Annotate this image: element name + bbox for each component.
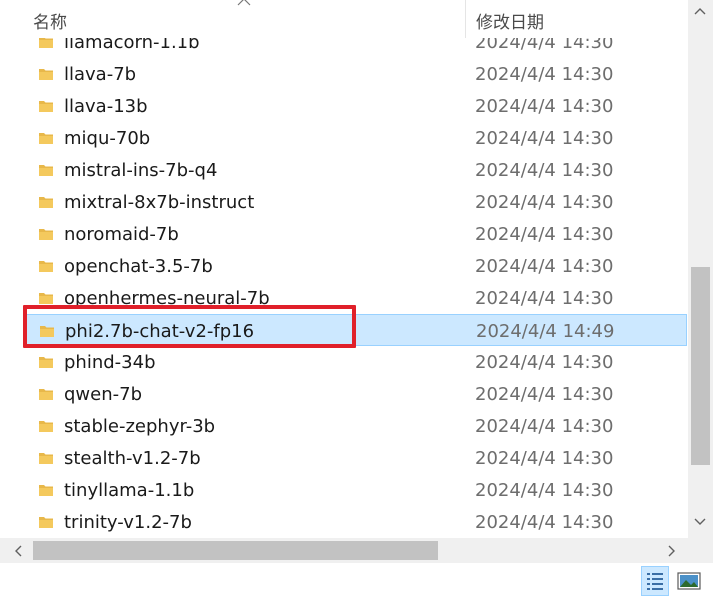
file-date-modified: 2024/4/4 14:30	[475, 384, 614, 405]
file-date-modified: 2024/4/4 14:30	[475, 352, 614, 373]
file-name: stealth-v1.2-7b	[64, 448, 201, 469]
file-name: stable-zephyr-3b	[64, 416, 216, 437]
folder-icon	[39, 357, 53, 368]
vertical-scrollbar[interactable]	[688, 0, 713, 538]
file-date-modified: 2024/4/4 14:30	[475, 256, 614, 277]
column-header: 名称 修改日期	[0, 0, 688, 38]
folder-icon	[39, 453, 53, 464]
file-list: llamacorn-1.1b 2024/4/4 14:30 llava-7b 2024…	[0, 38, 688, 538]
file-row[interactable]: openchat-3.5-7b 2024/4/4 14:30	[24, 250, 687, 282]
scrollbar-corner	[688, 538, 713, 563]
file-name: mixtral-8x7b-instruct	[64, 192, 255, 213]
file-row[interactable]: mixtral-8x7b-instruct 2024/4/4 14:30	[24, 186, 687, 218]
file-name: qwen-7b	[64, 384, 143, 405]
file-row[interactable]: llamacorn-1.1b 2024/4/4 14:30	[24, 38, 687, 58]
file-date-modified: 2024/4/4 14:30	[475, 38, 614, 53]
file-name: tinyllama-1.1b	[64, 480, 195, 501]
file-name: mistral-ins-7b-q4	[64, 160, 218, 181]
file-row[interactable]: noromaid-7b 2024/4/4 14:30	[24, 218, 687, 250]
file-date-modified: 2024/4/4 14:49	[476, 321, 615, 342]
vertical-scroll-thumb[interactable]	[691, 267, 710, 465]
file-date-modified: 2024/4/4 14:30	[475, 160, 614, 181]
file-date-modified: 2024/4/4 14:30	[475, 128, 614, 149]
column-divider[interactable]	[465, 0, 466, 38]
file-date-modified: 2024/4/4 14:30	[475, 96, 614, 117]
scroll-down-icon[interactable]	[694, 517, 706, 527]
folder-icon	[39, 517, 53, 528]
file-date-modified: 2024/4/4 14:30	[475, 224, 614, 245]
folder-icon	[39, 389, 53, 400]
horizontal-scroll-thumb[interactable]	[33, 541, 438, 560]
column-header-name[interactable]: 名称	[33, 8, 67, 33]
file-name: trinity-v1.2-7b	[64, 512, 192, 533]
file-row[interactable]: trinity-v1.2-7b 2024/4/4 14:30	[24, 506, 687, 538]
file-name: llava-13b	[64, 96, 148, 117]
scroll-up-icon[interactable]	[694, 6, 706, 16]
file-row[interactable]: phind-34b 2024/4/4 14:30	[24, 346, 687, 378]
folder-icon	[39, 485, 53, 496]
file-row[interactable]: stealth-v1.2-7b 2024/4/4 14:30	[24, 442, 687, 474]
file-name: llamacorn-1.1b	[64, 38, 200, 53]
status-bar	[0, 563, 713, 599]
folder-icon	[39, 421, 53, 432]
details-view-icon	[647, 573, 663, 590]
column-header-date-modified[interactable]: 修改日期	[476, 8, 544, 33]
file-date-modified: 2024/4/4 14:30	[475, 512, 614, 533]
folder-icon	[39, 165, 53, 176]
file-row[interactable]: llava-7b 2024/4/4 14:30	[24, 58, 687, 90]
horizontal-scrollbar[interactable]	[0, 538, 688, 563]
file-row[interactable]: qwen-7b 2024/4/4 14:30	[24, 378, 687, 410]
folder-icon	[39, 197, 53, 208]
file-date-modified: 2024/4/4 14:30	[475, 480, 614, 501]
file-row[interactable]: tinyllama-1.1b 2024/4/4 14:30	[24, 474, 687, 506]
file-name: llava-7b	[64, 64, 137, 85]
file-name: noromaid-7b	[64, 224, 179, 245]
folder-icon	[39, 293, 53, 304]
file-name: phind-34b	[64, 352, 156, 373]
file-date-modified: 2024/4/4 14:30	[475, 416, 614, 437]
folder-icon	[39, 38, 53, 48]
large-icons-view-icon[interactable]	[676, 568, 702, 594]
folder-icon	[39, 101, 53, 112]
file-date-modified: 2024/4/4 14:30	[475, 64, 614, 85]
scroll-left-icon[interactable]	[13, 545, 23, 557]
highlight-annotation-box	[23, 305, 356, 348]
file-row[interactable]: llava-13b 2024/4/4 14:30	[24, 90, 687, 122]
file-name: openchat-3.5-7b	[64, 256, 213, 277]
file-date-modified: 2024/4/4 14:30	[475, 192, 614, 213]
file-date-modified: 2024/4/4 14:30	[475, 448, 614, 469]
file-row[interactable]: mistral-ins-7b-q4 2024/4/4 14:30	[24, 154, 687, 186]
folder-icon	[39, 69, 53, 80]
folder-icon	[39, 133, 53, 144]
details-view-button[interactable]	[641, 566, 669, 596]
file-row[interactable]: stable-zephyr-3b 2024/4/4 14:30	[24, 410, 687, 442]
sort-up-icon	[237, 0, 251, 6]
folder-icon	[39, 229, 53, 240]
folder-icon	[39, 261, 53, 272]
scroll-right-icon[interactable]	[667, 545, 677, 557]
file-date-modified: 2024/4/4 14:30	[475, 288, 614, 309]
file-row[interactable]: miqu-70b 2024/4/4 14:30	[24, 122, 687, 154]
file-name: miqu-70b	[64, 128, 151, 149]
